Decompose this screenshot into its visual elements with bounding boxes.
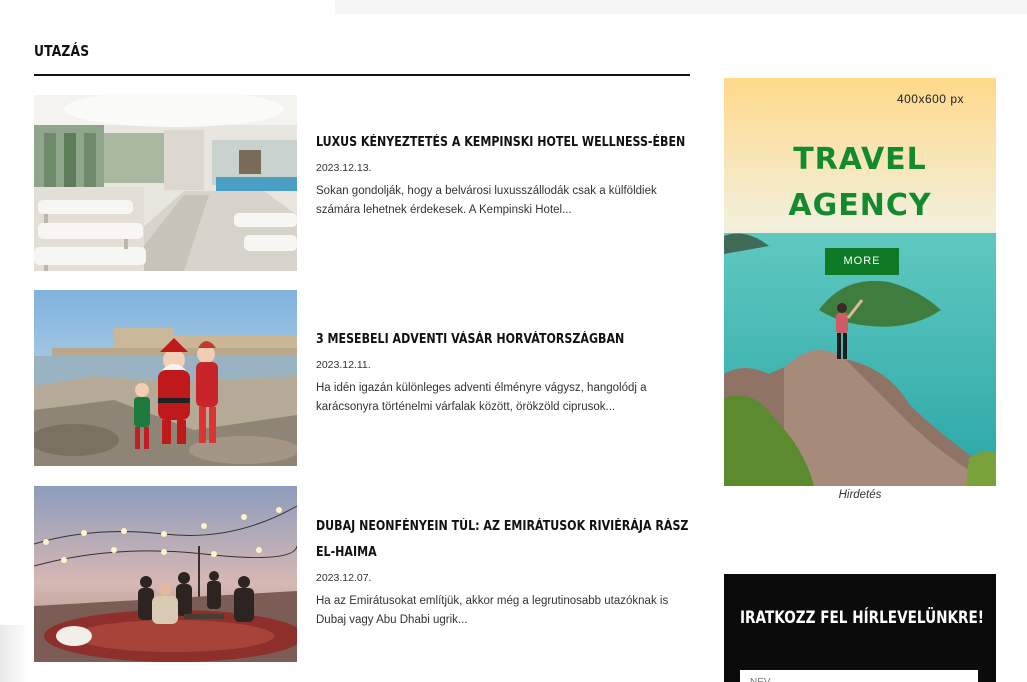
ad-background-image <box>724 78 996 486</box>
article-title[interactable]: LUXUS KÉNYEZTETÉS A KEMPINSKI HOTEL WELL… <box>316 130 689 156</box>
newsletter-title: IRATKOZZ FEL HÍRLEVELÜNKRE! <box>740 608 985 628</box>
article-date: 2023.12.11. <box>316 359 371 371</box>
article-card: LUXUS KÉNYEZTETÉS A KEMPINSKI HOTEL WELL… <box>34 95 690 271</box>
ad-title-line1: TRAVEL <box>793 142 927 177</box>
page-edge-shadow <box>0 625 30 682</box>
ad-caption: Hirdetés <box>838 489 882 501</box>
article-date: 2023.12.07. <box>316 572 372 584</box>
article-excerpt: Sokan gondolják, hogy a belvárosi luxuss… <box>316 185 657 216</box>
article-date: 2023.12.13. <box>316 162 372 174</box>
section-title: UTAZÁS <box>34 42 90 60</box>
article-title[interactable]: 3 MESEBELI ADVENTI VÁSÁR HORVÁTORSZÁGBAN <box>316 327 689 353</box>
article-card: 3 MESEBELI ADVENTI VÁSÁR HORVÁTORSZÁGBAN… <box>34 290 690 466</box>
ad-size-label: 400x600 px <box>896 92 964 106</box>
section-divider <box>34 74 690 76</box>
ad-more-button[interactable]: MORE <box>825 248 899 275</box>
article-thumbnail-spa[interactable] <box>34 95 297 271</box>
newsletter-box: IRATKOZZ FEL HÍRLEVELÜNKRE! <box>724 574 996 682</box>
article-thumbnail-dubai[interactable] <box>34 486 297 662</box>
article-card: DUBAJ NEONFÉNYEIN TÚL: AZ EMIRÁTUSOK RIV… <box>34 486 690 662</box>
top-bar-shadow <box>335 0 1027 14</box>
article-title[interactable]: DUBAJ NEONFÉNYEIN TÚL: AZ EMIRÁTUSOK RIV… <box>316 514 689 566</box>
article-excerpt: Ha az Emirátusokat említjük, akkor még a… <box>316 595 669 626</box>
article-thumbnail-advent[interactable] <box>34 290 297 466</box>
newsletter-name-input[interactable] <box>740 670 978 682</box>
advertisement-banner[interactable]: 400x600 px TRAVEL AGENCY MORE <box>724 78 996 486</box>
ad-title-line2: AGENCY <box>788 188 932 223</box>
article-excerpt: Ha idén igazán különleges adventi élmény… <box>316 382 647 413</box>
